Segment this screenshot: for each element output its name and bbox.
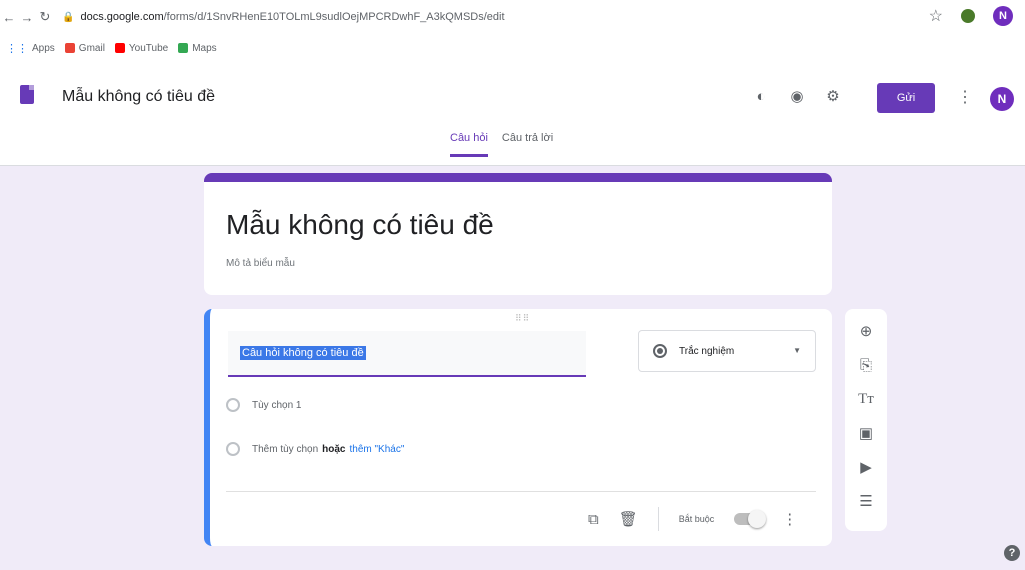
import-questions-icon[interactable]: ⎘: [856, 355, 876, 375]
form-title-card[interactable]: Mẫu không có tiêu đề Mô tả biểu mẫu: [204, 173, 832, 295]
browser-toolbar: ← → ↻ 🔒 docs.google.com /forms/d/1SnvRHe…: [0, 0, 1025, 34]
radio-empty-icon: [226, 442, 240, 456]
side-toolbar: ⊕ ⎘ Tт ▣ ▶ ☰: [845, 309, 887, 531]
gmail-icon: [64, 43, 75, 53]
duplicate-icon[interactable]: ⧉: [588, 511, 599, 528]
bookmark-maps[interactable]: Maps: [178, 42, 217, 54]
question-type-select[interactable]: Trắc nghiệm ▼: [638, 330, 816, 372]
add-other-link[interactable]: thêm "Khác": [350, 444, 405, 455]
add-option-row: Thêm tùy chọn hoặc thêm "Khác": [226, 442, 404, 456]
address-bar[interactable]: 🔒 docs.google.com /forms/d/1SnvRHenE10TO…: [62, 5, 505, 29]
required-label: Bắt buộc: [678, 514, 715, 524]
settings-gear-icon[interactable]: ⚙: [824, 87, 842, 105]
form-name[interactable]: Mẫu không có tiêu đề: [62, 88, 215, 106]
question-card[interactable]: ⠿⠿ Câu hỏi không có tiêu đề Trắc nghiệm …: [204, 309, 832, 546]
youtube-icon: [114, 43, 125, 53]
radio-empty-icon: [226, 398, 240, 412]
browser-profile-avatar[interactable]: N: [993, 6, 1013, 26]
tab-bar: Câu hỏi Câu trả lời: [450, 132, 553, 157]
back-icon[interactable]: ←: [0, 8, 18, 26]
url-host: docs.google.com: [80, 11, 164, 23]
bookmark-youtube[interactable]: YouTube: [114, 42, 169, 54]
bookmark-label: YouTube: [128, 42, 169, 54]
url-path: /forms/d/1SnvRHenE10TOLmL9sudlOejMPCRDwh…: [163, 11, 505, 23]
question-title: Câu hỏi không có tiêu đề: [240, 346, 366, 360]
divider: [657, 507, 659, 531]
help-icon[interactable]: ?: [1004, 545, 1020, 561]
add-section-icon[interactable]: ☰: [856, 491, 876, 511]
question-title-field[interactable]: Câu hỏi không có tiêu đề: [228, 331, 586, 377]
form-description[interactable]: Mô tả biểu mẫu: [226, 258, 295, 269]
tab-responses[interactable]: Câu trả lời: [502, 132, 553, 157]
add-option-link[interactable]: Thêm tùy chọn: [252, 444, 318, 455]
option-row[interactable]: Tùy chọn 1: [226, 398, 301, 412]
reload-icon[interactable]: ↻: [36, 8, 54, 26]
bookmark-gmail[interactable]: Gmail: [64, 42, 105, 54]
radio-button-icon: [653, 344, 667, 358]
bookmark-star-icon[interactable]: ☆: [929, 6, 943, 26]
bookmark-apps[interactable]: ⋮⋮ Apps: [6, 42, 55, 55]
avatar[interactable]: N: [990, 87, 1014, 111]
forms-header: Mẫu không có tiêu đề ◐ ◉ ⚙ Gửi ⋮ N Câu h…: [0, 62, 1025, 166]
form-title[interactable]: Mẫu không có tiêu đề: [226, 209, 494, 241]
bookmark-label: Gmail: [78, 42, 105, 54]
forms-logo-icon[interactable]: [20, 85, 34, 104]
extension-icon[interactable]: [961, 9, 975, 23]
bookmarks-bar: ⋮⋮ Apps Gmail YouTube Maps: [0, 34, 1025, 62]
question-type-label: Trắc nghiệm: [679, 345, 735, 357]
drag-handle-icon[interactable]: ⠿⠿: [515, 313, 530, 324]
apps-grid-icon: ⋮⋮: [6, 42, 28, 55]
option-label[interactable]: Tùy chọn 1: [252, 400, 301, 411]
preview-eye-icon[interactable]: ◉: [788, 87, 806, 105]
question-footer: ⧉ 🗑 Bắt buộc ⋮: [588, 507, 797, 531]
more-options-icon[interactable]: ⋮: [957, 87, 973, 107]
divider: [226, 491, 816, 492]
required-toggle[interactable]: [734, 510, 767, 528]
forward-icon[interactable]: →: [18, 8, 36, 26]
palette-icon[interactable]: ◐: [752, 87, 770, 105]
lock-icon: 🔒: [62, 11, 75, 23]
send-button[interactable]: Gửi: [877, 83, 935, 113]
chevron-down-icon: ▼: [793, 346, 801, 355]
delete-trash-icon[interactable]: 🗑: [619, 510, 638, 528]
add-image-icon[interactable]: ▣: [856, 423, 876, 443]
add-title-icon[interactable]: Tт: [856, 389, 876, 409]
add-video-icon[interactable]: ▶: [856, 457, 876, 477]
bookmark-label: Apps: [32, 42, 55, 54]
tab-questions[interactable]: Câu hỏi: [450, 132, 488, 157]
bookmark-label: Maps: [192, 42, 217, 54]
or-text: hoặc: [322, 443, 346, 455]
more-vert-icon[interactable]: ⋮: [782, 510, 797, 528]
maps-icon: [178, 43, 189, 53]
add-question-icon[interactable]: ⊕: [856, 321, 876, 341]
